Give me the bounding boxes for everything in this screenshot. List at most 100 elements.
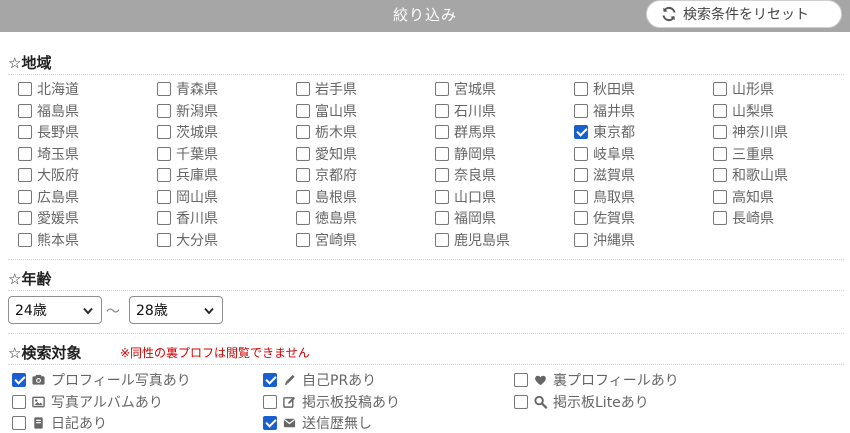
prefecture-checkbox[interactable] bbox=[18, 189, 32, 204]
prefecture-option[interactable]: 京都府 bbox=[296, 165, 357, 185]
prefecture-option[interactable]: 静岡県 bbox=[435, 144, 496, 164]
prefecture-option[interactable]: 新潟県 bbox=[157, 101, 218, 121]
prefecture-option[interactable]: 宮崎県 bbox=[296, 230, 357, 250]
search-target-checkbox[interactable] bbox=[12, 395, 26, 409]
prefecture-checkbox[interactable] bbox=[296, 168, 310, 182]
prefecture-checkbox[interactable] bbox=[713, 189, 727, 204]
prefecture-checkbox[interactable] bbox=[435, 189, 449, 204]
prefecture-checkbox[interactable] bbox=[157, 125, 171, 139]
prefecture-option[interactable]: 山梨県 bbox=[713, 101, 774, 121]
search-target-checkbox[interactable] bbox=[263, 373, 277, 387]
prefecture-checkbox[interactable] bbox=[157, 103, 171, 118]
prefecture-checkbox[interactable] bbox=[713, 82, 727, 96]
prefecture-option[interactable]: 香川県 bbox=[157, 208, 218, 228]
prefecture-option[interactable]: 岩手県 bbox=[296, 79, 357, 99]
prefecture-option[interactable]: 東京都 bbox=[574, 122, 635, 142]
search-target-option[interactable]: 日記あり bbox=[12, 413, 107, 433]
prefecture-option[interactable]: 高知県 bbox=[713, 187, 774, 207]
prefecture-option[interactable]: 熊本県 bbox=[18, 230, 79, 250]
prefecture-checkbox[interactable] bbox=[296, 125, 310, 139]
prefecture-checkbox[interactable] bbox=[713, 168, 727, 182]
prefecture-checkbox[interactable] bbox=[435, 125, 449, 139]
prefecture-option[interactable]: 長野県 bbox=[18, 122, 79, 142]
age-min-select[interactable]: 24歳 bbox=[8, 296, 102, 324]
prefecture-checkbox[interactable] bbox=[713, 211, 727, 225]
prefecture-checkbox[interactable] bbox=[574, 189, 588, 204]
prefecture-checkbox[interactable] bbox=[713, 146, 727, 161]
prefecture-option[interactable]: 佐賀県 bbox=[574, 208, 635, 228]
prefecture-option[interactable]: 岐阜県 bbox=[574, 144, 635, 164]
prefecture-checkbox[interactable] bbox=[435, 82, 449, 96]
prefecture-option[interactable]: 茨城県 bbox=[157, 122, 218, 142]
prefecture-option[interactable]: 栃木県 bbox=[296, 122, 357, 142]
prefecture-option[interactable]: 青森県 bbox=[157, 79, 218, 99]
prefecture-checkbox[interactable] bbox=[435, 146, 449, 161]
search-target-option[interactable]: 送信歴無し bbox=[263, 413, 372, 433]
prefecture-option[interactable]: 大分県 bbox=[157, 230, 218, 250]
prefecture-option[interactable]: 岡山県 bbox=[157, 187, 218, 207]
prefecture-checkbox[interactable] bbox=[18, 103, 32, 118]
prefecture-checkbox[interactable] bbox=[574, 211, 588, 225]
prefecture-option[interactable]: 滋賀県 bbox=[574, 165, 635, 185]
prefecture-option[interactable]: 富山県 bbox=[296, 101, 357, 121]
prefecture-checkbox[interactable] bbox=[296, 211, 310, 225]
search-target-checkbox[interactable] bbox=[12, 373, 26, 387]
prefecture-option[interactable]: 愛知県 bbox=[296, 144, 357, 164]
prefecture-checkbox[interactable] bbox=[574, 125, 588, 139]
prefecture-option[interactable]: 石川県 bbox=[435, 101, 496, 121]
prefecture-option[interactable]: 福島県 bbox=[18, 101, 79, 121]
search-target-option[interactable]: 掲示板Liteあり bbox=[514, 392, 649, 412]
prefecture-checkbox[interactable] bbox=[18, 82, 32, 96]
prefecture-checkbox[interactable] bbox=[157, 168, 171, 182]
prefecture-option[interactable]: 兵庫県 bbox=[157, 165, 218, 185]
prefecture-option[interactable]: 群馬県 bbox=[435, 122, 496, 142]
prefecture-checkbox[interactable] bbox=[18, 125, 32, 139]
prefecture-checkbox[interactable] bbox=[435, 103, 449, 118]
prefecture-option[interactable]: 鹿児島県 bbox=[435, 230, 510, 250]
prefecture-option[interactable]: 奈良県 bbox=[435, 165, 496, 185]
prefecture-option[interactable]: 鳥取県 bbox=[574, 187, 635, 207]
prefecture-checkbox[interactable] bbox=[713, 125, 727, 139]
prefecture-checkbox[interactable] bbox=[574, 146, 588, 161]
prefecture-option[interactable]: 島根県 bbox=[296, 187, 357, 207]
search-target-checkbox[interactable] bbox=[12, 416, 26, 430]
prefecture-checkbox[interactable] bbox=[18, 146, 32, 161]
prefecture-checkbox[interactable] bbox=[435, 211, 449, 225]
prefecture-checkbox[interactable] bbox=[574, 103, 588, 118]
prefecture-checkbox[interactable] bbox=[296, 82, 310, 96]
prefecture-checkbox[interactable] bbox=[574, 168, 588, 182]
prefecture-checkbox[interactable] bbox=[296, 146, 310, 161]
prefecture-option[interactable]: 長崎県 bbox=[713, 208, 774, 228]
prefecture-checkbox[interactable] bbox=[435, 168, 449, 182]
prefecture-option[interactable]: 北海道 bbox=[18, 79, 79, 99]
prefecture-checkbox[interactable] bbox=[18, 168, 32, 182]
prefecture-checkbox[interactable] bbox=[574, 82, 588, 96]
prefecture-option[interactable]: 埼玉県 bbox=[18, 144, 79, 164]
prefecture-checkbox[interactable] bbox=[18, 232, 32, 247]
prefecture-option[interactable]: 三重県 bbox=[713, 144, 774, 164]
prefecture-option[interactable]: 大阪府 bbox=[18, 165, 79, 185]
prefecture-option[interactable]: 山口県 bbox=[435, 187, 496, 207]
prefecture-checkbox[interactable] bbox=[574, 232, 588, 247]
prefecture-option[interactable]: 和歌山県 bbox=[713, 165, 788, 185]
prefecture-option[interactable]: 福岡県 bbox=[435, 208, 496, 228]
search-target-option[interactable]: プロフィール写真あり bbox=[12, 370, 191, 390]
prefecture-checkbox[interactable] bbox=[157, 232, 171, 247]
prefecture-option[interactable]: 福井県 bbox=[574, 101, 635, 121]
prefecture-option[interactable]: 秋田県 bbox=[574, 79, 635, 99]
search-target-option[interactable]: 自己PRあり bbox=[263, 370, 376, 390]
search-target-checkbox[interactable] bbox=[263, 395, 277, 409]
search-target-checkbox[interactable] bbox=[514, 395, 528, 409]
search-target-checkbox[interactable] bbox=[263, 416, 277, 430]
search-target-option[interactable]: 写真アルバムあり bbox=[12, 392, 163, 412]
prefecture-checkbox[interactable] bbox=[713, 103, 727, 118]
prefecture-option[interactable]: 愛媛県 bbox=[18, 208, 79, 228]
prefecture-checkbox[interactable] bbox=[18, 211, 32, 225]
prefecture-checkbox[interactable] bbox=[157, 146, 171, 161]
prefecture-option[interactable]: 神奈川県 bbox=[713, 122, 788, 142]
prefecture-checkbox[interactable] bbox=[296, 103, 310, 118]
age-max-select[interactable]: 28歳 bbox=[129, 296, 223, 324]
search-target-option[interactable]: 裏プロフィールあり bbox=[514, 370, 679, 390]
prefecture-checkbox[interactable] bbox=[296, 232, 310, 247]
prefecture-checkbox[interactable] bbox=[157, 211, 171, 225]
